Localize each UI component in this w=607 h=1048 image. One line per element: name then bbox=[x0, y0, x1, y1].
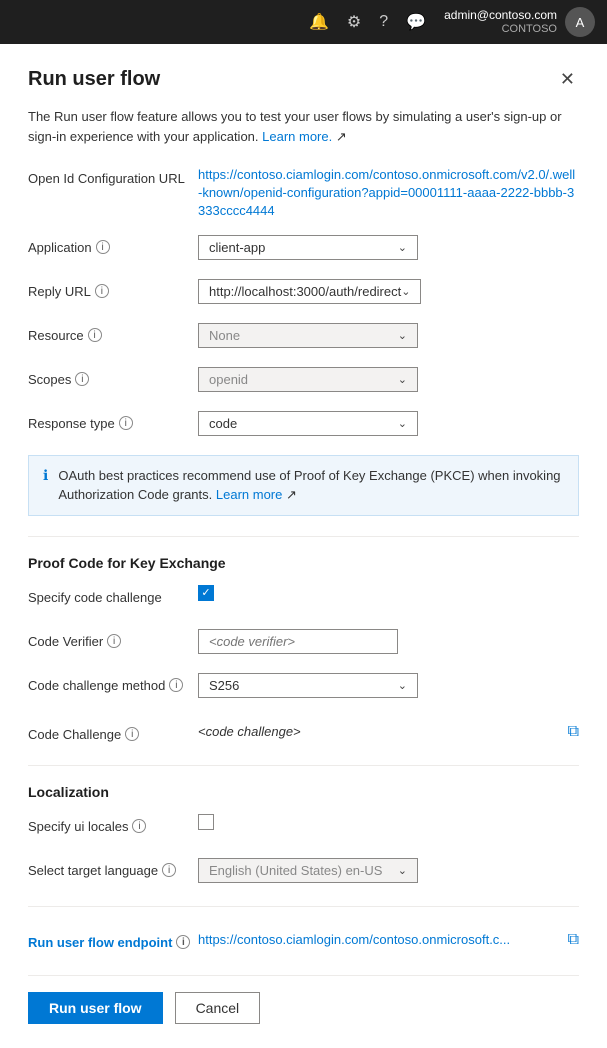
select-target-language-arrow: ⌄ bbox=[398, 864, 407, 877]
panel-footer: Run user flow Cancel bbox=[28, 975, 579, 1024]
pkce-section-title: Proof Code for Key Exchange bbox=[28, 555, 579, 571]
select-target-language-dropdown[interactable]: English (United States) en-US ⌄ bbox=[198, 858, 418, 883]
panel-description: The Run user flow feature allows you to … bbox=[28, 107, 579, 146]
code-challenge-method-label: Code challenge method i bbox=[28, 673, 198, 693]
resource-dropdown[interactable]: None ⌄ bbox=[198, 323, 418, 348]
specify-code-challenge-checkbox-container: ✓ bbox=[198, 585, 214, 601]
run-endpoint-info-icon[interactable]: i bbox=[176, 935, 190, 949]
code-verifier-row: Code Verifier i bbox=[28, 629, 579, 659]
pkce-learn-more-link[interactable]: Learn more bbox=[216, 487, 282, 502]
reply-url-dropdown[interactable]: http://localhost:3000/auth/redirect ⌄ bbox=[198, 279, 421, 304]
code-challenge-method-dropdown[interactable]: S256 ⌄ bbox=[198, 673, 418, 698]
code-challenge-value: <code challenge> bbox=[198, 724, 560, 739]
copy-endpoint-icon[interactable]: ⧉ bbox=[568, 931, 579, 949]
specify-ui-locales-row: Specify ui locales i bbox=[28, 814, 579, 844]
notification-icon[interactable]: 🔔 bbox=[309, 12, 329, 32]
run-user-flow-panel: Run user flow ✕ The Run user flow featur… bbox=[0, 44, 607, 1048]
divider-3 bbox=[28, 906, 579, 907]
panel-header: Run user flow ✕ bbox=[28, 68, 579, 91]
divider-1 bbox=[28, 536, 579, 537]
select-target-language-label: Select target language i bbox=[28, 858, 198, 878]
openid-config-label: Open Id Configuration URL bbox=[28, 166, 198, 186]
reply-url-info-icon[interactable]: i bbox=[95, 284, 109, 298]
scopes-dropdown[interactable]: openid ⌄ bbox=[198, 367, 418, 392]
help-icon[interactable]: ? bbox=[379, 13, 388, 31]
application-row: Application i client-app ⌄ bbox=[28, 235, 579, 265]
resource-row: Resource i None ⌄ bbox=[28, 323, 579, 353]
openid-config-url: https://contoso.ciamlogin.com/contoso.on… bbox=[198, 166, 579, 221]
scopes-label: Scopes i bbox=[28, 367, 198, 387]
code-challenge-label: Code Challenge i bbox=[28, 722, 198, 742]
specify-ui-locales-checkbox-container bbox=[198, 814, 214, 830]
info-box-text: OAuth best practices recommend use of Pr… bbox=[58, 466, 564, 505]
close-button[interactable]: ✕ bbox=[556, 68, 579, 90]
avatar[interactable]: A bbox=[565, 7, 595, 37]
oauth-info-box: ℹ OAuth best practices recommend use of … bbox=[28, 455, 579, 516]
code-challenge-row: Code Challenge i <code challenge> ⧉ bbox=[28, 717, 579, 747]
run-user-flow-button[interactable]: Run user flow bbox=[28, 992, 163, 1024]
user-email: admin@contoso.com bbox=[444, 8, 557, 22]
reply-url-row: Reply URL i http://localhost:3000/auth/r… bbox=[28, 279, 579, 309]
code-verifier-input[interactable] bbox=[198, 629, 398, 654]
code-challenge-method-arrow: ⌄ bbox=[398, 679, 407, 692]
specify-ui-locales-label: Specify ui locales i bbox=[28, 814, 198, 834]
divider-2 bbox=[28, 765, 579, 766]
scopes-row: Scopes i openid ⌄ bbox=[28, 367, 579, 397]
openid-config-row: Open Id Configuration URL https://contos… bbox=[28, 166, 579, 221]
scopes-dropdown-arrow: ⌄ bbox=[398, 373, 407, 386]
specify-code-challenge-row: Specify code challenge ✓ bbox=[28, 585, 579, 615]
user-tenant: CONTOSO bbox=[444, 23, 557, 36]
cancel-button[interactable]: Cancel bbox=[175, 992, 261, 1024]
response-type-dropdown[interactable]: code ⌄ bbox=[198, 411, 418, 436]
reply-url-dropdown-arrow: ⌄ bbox=[401, 285, 410, 298]
settings-icon[interactable]: ⚙ bbox=[347, 12, 361, 32]
response-type-info-icon[interactable]: i bbox=[119, 416, 133, 430]
response-type-row: Response type i code ⌄ bbox=[28, 411, 579, 441]
application-info-icon[interactable]: i bbox=[96, 240, 110, 254]
application-dropdown[interactable]: client-app ⌄ bbox=[198, 235, 418, 260]
info-box-icon: ℹ bbox=[43, 467, 48, 484]
specify-ui-locales-info-icon[interactable]: i bbox=[132, 819, 146, 833]
feedback-icon[interactable]: 💬 bbox=[406, 12, 426, 32]
run-endpoint-label: Run user flow endpoint i bbox=[28, 930, 198, 950]
scopes-info-icon[interactable]: i bbox=[75, 372, 89, 386]
select-target-language-row: Select target language i English (United… bbox=[28, 858, 579, 888]
code-verifier-info-icon[interactable]: i bbox=[107, 634, 121, 648]
code-challenge-method-info-icon[interactable]: i bbox=[169, 678, 183, 692]
run-endpoint-row: Run user flow endpoint i https://contoso… bbox=[28, 925, 579, 955]
localization-section-title: Localization bbox=[28, 784, 579, 800]
response-type-dropdown-arrow: ⌄ bbox=[398, 417, 407, 430]
panel-title: Run user flow bbox=[28, 68, 160, 91]
specify-code-challenge-label: Specify code challenge bbox=[28, 585, 198, 605]
code-challenge-info-icon[interactable]: i bbox=[125, 727, 139, 741]
application-label: Application i bbox=[28, 235, 198, 255]
code-verifier-label: Code Verifier i bbox=[28, 629, 198, 649]
learn-more-link[interactable]: Learn more. bbox=[262, 129, 332, 144]
code-challenge-method-row: Code challenge method i S256 ⌄ bbox=[28, 673, 579, 703]
application-dropdown-arrow: ⌄ bbox=[398, 241, 407, 254]
run-endpoint-url: https://contoso.ciamlogin.com/contoso.on… bbox=[198, 932, 560, 947]
resource-info-icon[interactable]: i bbox=[88, 328, 102, 342]
topbar: 🔔 ⚙ ? 💬 admin@contoso.com CONTOSO A bbox=[0, 0, 607, 44]
copy-code-challenge-icon[interactable]: ⧉ bbox=[568, 723, 579, 741]
resource-dropdown-arrow: ⌄ bbox=[398, 329, 407, 342]
reply-url-label: Reply URL i bbox=[28, 279, 198, 299]
resource-label: Resource i bbox=[28, 323, 198, 343]
specify-ui-locales-checkbox[interactable] bbox=[198, 814, 214, 830]
specify-code-challenge-checkbox[interactable]: ✓ bbox=[198, 585, 214, 601]
select-target-language-info-icon[interactable]: i bbox=[162, 863, 176, 877]
response-type-label: Response type i bbox=[28, 411, 198, 431]
user-info[interactable]: admin@contoso.com CONTOSO A bbox=[444, 7, 595, 37]
